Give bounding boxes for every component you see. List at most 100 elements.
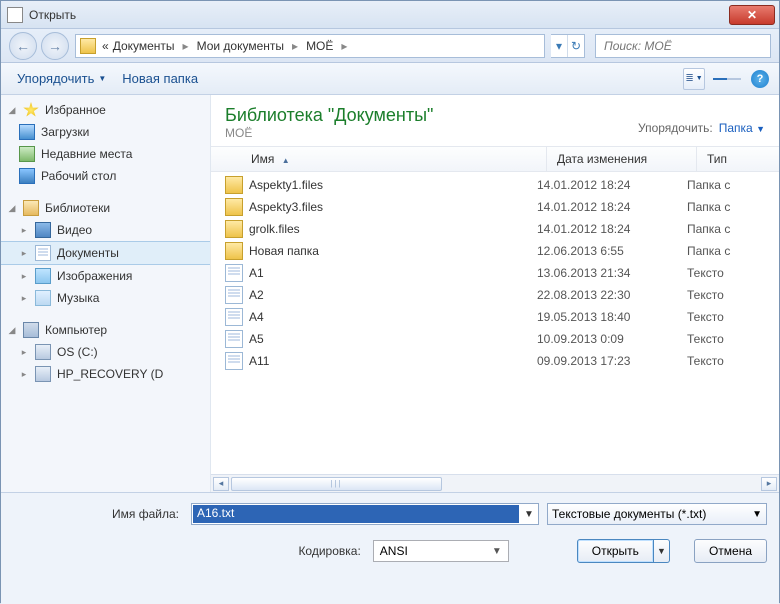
chevron-right-icon[interactable]: ▸ xyxy=(177,39,195,53)
file-row[interactable]: Aspekty3.files14.01.2012 18:24Папка с xyxy=(211,196,779,218)
file-row[interactable]: Новая папка12.06.2013 6:55Папка с xyxy=(211,240,779,262)
filetype-filter[interactable]: Текстовые документы (*.txt) ▼ xyxy=(547,503,767,525)
sidebar-item-drive-c[interactable]: ▸ OS (C:) xyxy=(1,341,210,363)
sidebar-header-computer[interactable]: ◢ Компьютер xyxy=(1,319,210,341)
help-button[interactable]: ? xyxy=(749,68,771,90)
column-type[interactable]: Тип xyxy=(697,147,779,171)
sidebar-item-documents[interactable]: ▸ Документы xyxy=(1,241,210,265)
chevron-right-icon[interactable]: ▸ xyxy=(335,39,353,53)
refresh-button-group: ▾ ↻ xyxy=(551,34,585,58)
new-folder-label: Новая папка xyxy=(122,71,198,86)
file-row[interactable]: A113.06.2013 21:34Тексто xyxy=(211,262,779,284)
sidebar-item-label: HP_RECOVERY (D xyxy=(57,367,163,381)
file-type: Тексто xyxy=(687,310,769,324)
sidebar-item-drive-d[interactable]: ▸ HP_RECOVERY (D xyxy=(1,363,210,385)
sidebar-header-favorites[interactable]: ◢ Избранное xyxy=(1,99,210,121)
sidebar-item-label: Рабочий стол xyxy=(41,169,116,183)
sort-value: Папка xyxy=(719,121,753,135)
organize-button[interactable]: Упорядочить ▼ xyxy=(9,67,114,90)
file-row[interactable]: A510.09.2013 0:09Тексто xyxy=(211,328,779,350)
sidebar-label: Избранное xyxy=(45,103,106,117)
caret-icon: ▸ xyxy=(19,369,29,380)
file-date: 10.09.2013 0:09 xyxy=(537,332,687,346)
file-row[interactable]: A419.05.2013 18:40Тексто xyxy=(211,306,779,328)
sidebar-item-video[interactable]: ▸ Видео xyxy=(1,219,210,241)
sidebar-label: Компьютер xyxy=(45,323,107,337)
file-type: Папка с xyxy=(687,222,769,236)
forward-button[interactable]: → xyxy=(41,32,69,60)
folder-icon xyxy=(225,242,243,260)
file-name: Новая папка xyxy=(249,244,537,258)
text-file-icon xyxy=(225,286,243,304)
file-name: A11 xyxy=(249,354,537,368)
filename-input[interactable]: A16.txt xyxy=(193,505,519,523)
encoding-combo[interactable]: ANSI ▼ xyxy=(373,540,509,562)
back-button[interactable]: ← xyxy=(9,32,37,60)
filename-label: Имя файла: xyxy=(13,507,183,521)
file-name: grolk.files xyxy=(249,222,537,236)
sidebar-item-images[interactable]: ▸ Изображения xyxy=(1,265,210,287)
window-title: Открыть xyxy=(29,8,729,22)
sidebar-item-label: Недавние места xyxy=(41,147,132,161)
close-button[interactable]: ✕ xyxy=(729,5,775,25)
column-label: Тип xyxy=(707,152,727,166)
music-icon xyxy=(35,290,51,306)
sidebar-item-recent[interactable]: Недавние места xyxy=(1,143,210,165)
file-row[interactable]: Aspekty1.files14.01.2012 18:24Папка с xyxy=(211,174,779,196)
breadcrumb-item[interactable]: МОЁ xyxy=(304,39,335,53)
scroll-track[interactable]: ||| xyxy=(231,477,759,491)
sidebar-item-label: Документы xyxy=(57,246,119,260)
view-mode-button[interactable]: ≣ ▼ xyxy=(683,68,705,90)
preview-pane-button[interactable] xyxy=(711,68,743,90)
file-name: A1 xyxy=(249,266,537,280)
desktop-icon xyxy=(19,168,35,184)
encoding-label: Кодировка: xyxy=(195,544,365,558)
new-folder-button[interactable]: Новая папка xyxy=(114,67,206,90)
file-row[interactable]: grolk.files14.01.2012 18:24Папка с xyxy=(211,218,779,240)
main-area: ◢ Избранное Загрузки Недавние места Рабо… xyxy=(1,95,779,492)
star-icon xyxy=(23,102,39,118)
column-headers: Имя ▲ Дата изменения Тип xyxy=(211,146,779,172)
dialog-footer: Имя файла: A16.txt ▼ Текстовые документы… xyxy=(1,492,779,604)
column-date[interactable]: Дата изменения xyxy=(547,147,697,171)
toolbar: Упорядочить ▼ Новая папка ≣ ▼ ? xyxy=(1,63,779,95)
file-date: 19.05.2013 18:40 xyxy=(537,310,687,324)
library-subtitle: МОЁ xyxy=(225,126,638,140)
scroll-right-button[interactable]: ▸ xyxy=(761,477,777,491)
chevron-down-icon[interactable]: ▼ xyxy=(520,509,538,520)
breadcrumb-item[interactable]: Мои документы xyxy=(195,39,286,53)
preview-pane-icon xyxy=(713,78,727,80)
file-name: A4 xyxy=(249,310,537,324)
breadcrumb-item[interactable]: Документы xyxy=(111,39,177,53)
scroll-left-button[interactable]: ◂ xyxy=(213,477,229,491)
cancel-button[interactable]: Отмена xyxy=(694,539,767,563)
sidebar-item-downloads[interactable]: Загрузки xyxy=(1,121,210,143)
sidebar-header-libraries[interactable]: ◢ Библиотеки xyxy=(1,197,210,219)
sort-dropdown[interactable]: Папка ▼ xyxy=(719,121,765,135)
open-label: Открыть xyxy=(592,544,639,558)
chevron-right-icon[interactable]: ▸ xyxy=(286,39,304,53)
cancel-label: Отмена xyxy=(709,544,752,558)
sidebar-group-computer: ◢ Компьютер ▸ OS (C:) ▸ HP_RECOVERY (D xyxy=(1,319,210,385)
open-dropdown[interactable]: ▼ xyxy=(654,539,670,563)
chevron-down-icon: ▼ xyxy=(98,74,106,83)
breadcrumb[interactable]: « Документы ▸ Мои документы ▸ МОЁ ▸ xyxy=(75,34,545,58)
sidebar-group-favorites: ◢ Избранное Загрузки Недавние места Рабо… xyxy=(1,99,210,187)
open-button[interactable]: Открыть xyxy=(577,539,654,563)
arrow-right-icon: → xyxy=(48,38,62,54)
search-input[interactable] xyxy=(602,38,764,54)
file-row[interactable]: A222.08.2013 22:30Тексто xyxy=(211,284,779,306)
caret-icon: ▸ xyxy=(19,271,29,282)
scroll-thumb[interactable]: ||| xyxy=(231,477,442,491)
search-box[interactable] xyxy=(595,34,771,58)
file-type: Папка с xyxy=(687,178,769,192)
history-dropdown[interactable]: ▾ xyxy=(551,35,567,57)
filename-combo[interactable]: A16.txt ▼ xyxy=(191,503,539,525)
column-name[interactable]: Имя ▲ xyxy=(211,147,547,171)
sidebar-item-music[interactable]: ▸ Музыка xyxy=(1,287,210,309)
refresh-button[interactable]: ↻ xyxy=(567,35,584,57)
close-icon: ✕ xyxy=(747,8,757,22)
sidebar-item-desktop[interactable]: Рабочий стол xyxy=(1,165,210,187)
file-row[interactable]: A1109.09.2013 17:23Тексто xyxy=(211,350,779,372)
horizontal-scrollbar[interactable]: ◂ ||| ▸ xyxy=(211,474,779,492)
